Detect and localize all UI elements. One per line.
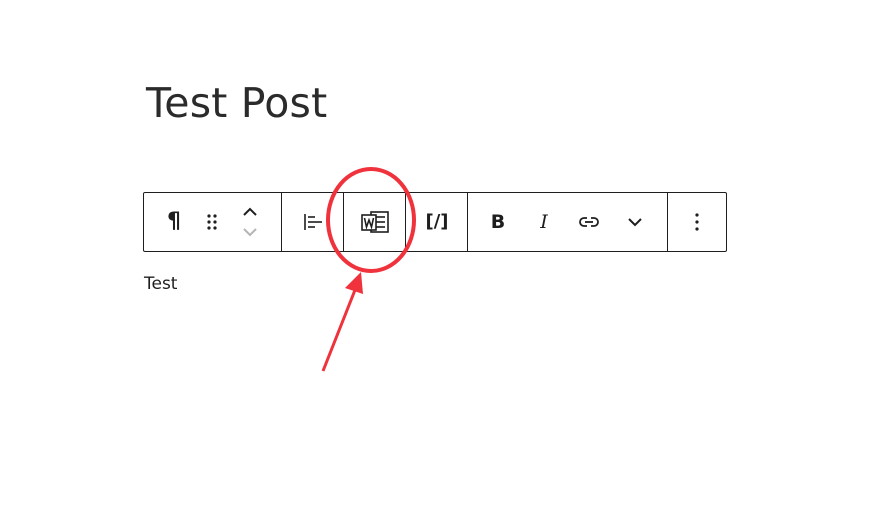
link-button[interactable] [569, 202, 609, 242]
move-up-icon [243, 207, 257, 216]
shortcode-icon: [/] [425, 211, 449, 232]
drag-handle-button[interactable] [192, 202, 232, 242]
bold-icon: B [490, 210, 506, 233]
link-icon [579, 217, 599, 227]
word-import-icon [361, 211, 389, 233]
toolbar-divider [343, 193, 344, 251]
block-toolbar: ¶ [/] B I [143, 192, 727, 252]
move-up-button[interactable] [230, 201, 270, 223]
bold-button[interactable]: B [478, 202, 518, 242]
move-down-button[interactable] [230, 221, 270, 243]
move-down-icon [243, 228, 257, 237]
more-formatting-button[interactable] [615, 202, 655, 242]
annotation-arrowhead [345, 272, 363, 294]
chevron-down-icon [628, 218, 642, 227]
post-title[interactable]: Test Post [146, 78, 327, 128]
paragraph-icon: ¶ [167, 209, 181, 234]
more-options-icon [695, 213, 699, 231]
italic-icon: I [540, 210, 548, 233]
paragraph-block[interactable]: Test [144, 274, 177, 294]
toolbar-divider [405, 193, 406, 251]
toolbar-divider [467, 193, 468, 251]
toolbar-divider [281, 193, 282, 251]
align-button[interactable] [293, 202, 333, 242]
shortcode-button[interactable]: [/] [417, 202, 457, 242]
block-options-button[interactable] [677, 202, 717, 242]
toolbar-divider [667, 193, 668, 251]
drag-handle-icon [207, 214, 217, 230]
word-import-button[interactable] [355, 202, 395, 242]
annotation-overlay [321, 167, 416, 372]
paragraph-block-button[interactable]: ¶ [154, 202, 194, 242]
italic-button[interactable]: I [524, 202, 564, 242]
annotation-arrow [321, 289, 357, 372]
align-left-icon [304, 214, 322, 230]
